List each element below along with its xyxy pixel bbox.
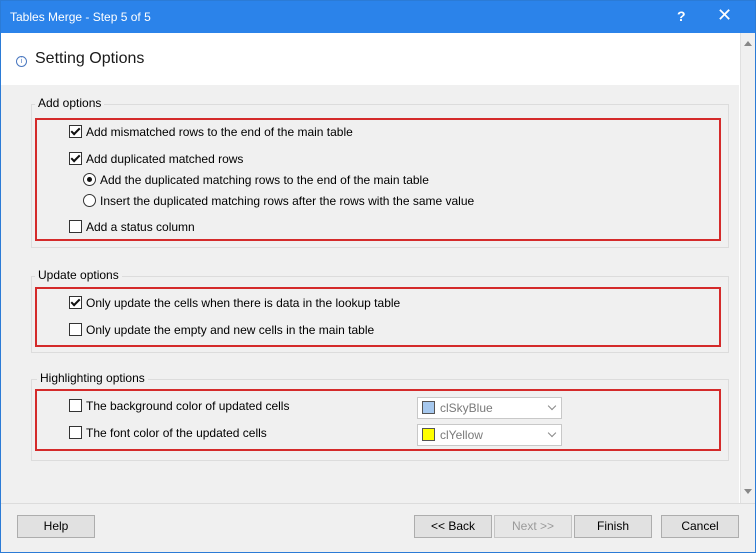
only-empty-checkbox[interactable]: Only update the empty and new cells in t… [69,322,374,338]
help-icon[interactable]: ? [677,8,686,24]
checkbox-icon[interactable] [69,426,82,440]
window-title: Tables Merge - Step 5 of 5 [10,10,151,24]
mismatched-rows-checkbox[interactable]: Add mismatched rows to the end of the ma… [69,124,353,140]
options-panel: Add options Add mismatched rows to the e… [1,85,739,503]
color-swatch [422,428,435,441]
scroll-up-icon[interactable] [744,41,752,46]
page-title: Setting Options [35,50,145,67]
checkbox-icon[interactable] [69,323,82,337]
update-options-label: Update options [35,268,122,282]
vertical-scrollbar[interactable] [740,33,755,503]
title-bar: Tables Merge - Step 5 of 5 ? ✕ [1,1,755,33]
cancel-button[interactable]: Cancel [661,515,739,538]
dialog-window: Tables Merge - Step 5 of 5 ? ✕ i Setting… [0,0,756,553]
dup-insert-radio[interactable]: Insert the duplicated matching rows afte… [83,193,474,209]
only-lookup-checkbox[interactable]: Only update the cells when there is data… [69,295,400,311]
color-swatch [422,401,435,414]
chevron-down-icon[interactable] [547,428,557,438]
add-options-label: Add options [35,96,105,110]
step-header: i Setting Options [1,33,739,85]
close-icon[interactable]: ✕ [717,5,732,26]
checkbox-icon[interactable] [69,152,82,166]
background-color-checkbox[interactable]: The background color of updated cells [69,398,289,414]
wizard-footer: Help << Back Next >> Finish Cancel [1,503,755,552]
background-color-select[interactable]: clSkyBlue [417,397,562,419]
font-color-checkbox[interactable]: The font color of the updated cells [69,425,267,441]
checkbox-icon[interactable] [69,125,82,139]
highlighting-options-label: Highlighting options [37,371,148,385]
radio-icon[interactable] [83,194,96,208]
radio-icon[interactable] [83,173,96,187]
checkbox-icon[interactable] [69,399,82,413]
chevron-down-icon[interactable] [547,401,557,411]
help-button[interactable]: Help [17,515,95,538]
next-button[interactable]: Next >> [494,515,572,538]
font-color-select[interactable]: clYellow [417,424,562,446]
duplicated-rows-checkbox[interactable]: Add duplicated matched rows [69,151,243,167]
finish-button[interactable]: Finish [574,515,652,538]
info-icon: i [16,56,27,67]
dup-end-radio[interactable]: Add the duplicated matching rows to the … [83,172,429,188]
scroll-down-icon[interactable] [744,489,752,494]
status-column-checkbox[interactable]: Add a status column [69,219,195,235]
checkbox-icon[interactable] [69,296,82,310]
back-button[interactable]: << Back [414,515,492,538]
checkbox-icon[interactable] [69,220,82,234]
